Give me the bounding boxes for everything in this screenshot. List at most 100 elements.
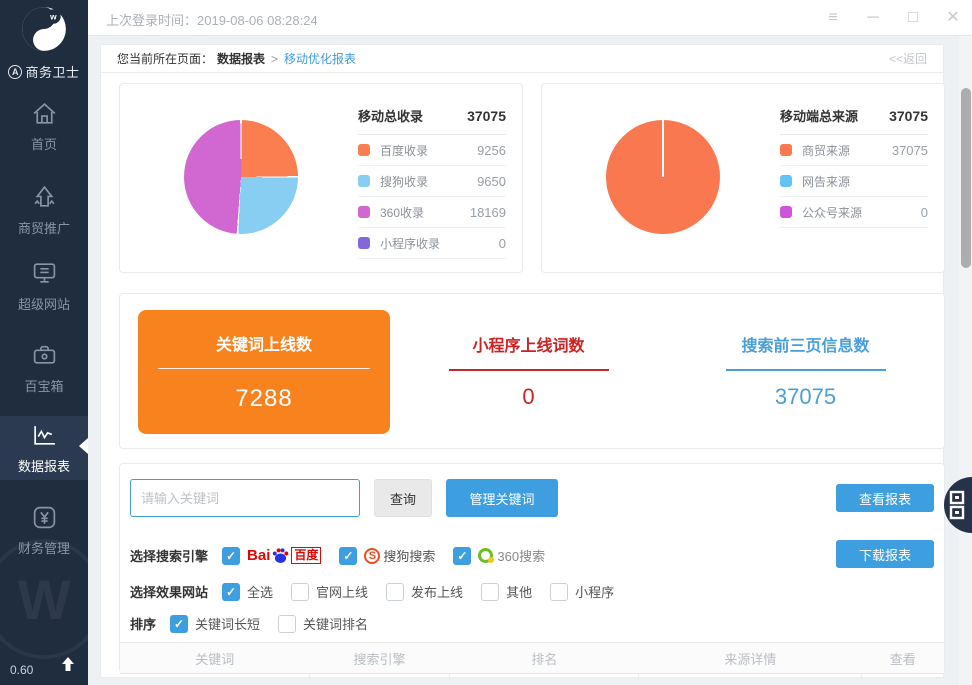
- sidebar-item-data-report[interactable]: 数据报表: [0, 416, 88, 480]
- sidebar-item-promotion[interactable]: 商贸推广: [0, 184, 88, 248]
- legend-item: 百度收录 9256: [358, 135, 506, 166]
- keyword-length-checkbox[interactable]: [170, 615, 188, 633]
- content-area: 您当前所在页面：数据报表 > 移动优化报表 <<返回 移动总收录 37075: [88, 36, 972, 685]
- site-filter-row: 选择效果网站 全选 官网上线 发布上线: [130, 582, 622, 601]
- 360-logo-text: 360搜索: [497, 546, 545, 565]
- stats-card: 关键词上线数 7288 小程序上线词数 0 搜索前三页信息数 37075: [119, 293, 945, 449]
- yuan-icon: [31, 504, 58, 531]
- brand-name: 商务卫士: [25, 62, 79, 81]
- query-button[interactable]: 查询: [374, 479, 432, 517]
- scrollbar-track[interactable]: [959, 36, 972, 685]
- minimize-icon[interactable]: ─: [864, 10, 882, 26]
- version-label: 0.60: [10, 663, 33, 677]
- legend-title: 移动端总来源: [780, 106, 858, 125]
- scrollbar-thumb[interactable]: [961, 88, 971, 268]
- sidebar-item-label: 首页: [31, 134, 57, 153]
- sogou-logo-icon: S 搜狗搜索: [364, 546, 435, 565]
- keyword-rank-checkbox[interactable]: [278, 615, 296, 633]
- legend-swatch: [780, 144, 792, 156]
- site-option-all: 全选: [222, 582, 273, 601]
- sidebar-item-label: 百宝箱: [24, 376, 63, 395]
- option-label: 其他: [506, 582, 532, 601]
- stat-divider: [449, 369, 609, 371]
- breadcrumb-prefix: 您当前所在页面：: [117, 50, 213, 67]
- sidebar-item-home[interactable]: 首页: [0, 100, 88, 164]
- column-keyword: 关键词: [120, 649, 310, 668]
- breadcrumb-section[interactable]: 数据报表: [217, 50, 265, 67]
- baidu-checkbox[interactable]: [222, 547, 240, 565]
- sidebar-item-toolbox[interactable]: 百宝箱: [0, 342, 88, 406]
- 360-logo-icon: 360搜索: [478, 546, 545, 565]
- stat-label: 关键词上线数: [216, 331, 312, 355]
- table-cell: [639, 674, 861, 682]
- mobile-index-pie-chart: [184, 120, 298, 234]
- view-report-button[interactable]: 查看报表: [836, 484, 934, 512]
- page-panel: 您当前所在页面：数据报表 > 移动优化报表 <<返回 移动总收录 37075: [100, 44, 944, 678]
- engine-option-360: 360搜索: [453, 546, 545, 565]
- breadcrumb-current[interactable]: 移动优化报表: [284, 50, 356, 67]
- home-icon: [31, 100, 58, 127]
- legend-label: 网告来源: [802, 173, 850, 190]
- legend-label: 公众号来源: [802, 204, 862, 221]
- option-label: 发布上线: [411, 582, 463, 601]
- keyword-online-stat[interactable]: 关键词上线数 7288: [138, 310, 390, 434]
- baidu-logo-icon: Bai 百度: [247, 546, 321, 565]
- site-filter-label: 选择效果网站: [130, 582, 208, 601]
- keyword-input[interactable]: [130, 479, 360, 517]
- official-site-checkbox[interactable]: [291, 583, 309, 601]
- 360-checkbox[interactable]: [453, 547, 471, 565]
- brand-badge-icon: A: [8, 65, 22, 79]
- sidebar-item-label: 超级网站: [18, 294, 70, 313]
- legend-item: 小程序收录 0: [358, 228, 506, 259]
- table-cell: [310, 674, 450, 682]
- active-notch-icon: [79, 438, 88, 454]
- top3-pages-stat[interactable]: 搜索前三页信息数 37075: [667, 294, 944, 448]
- sogou-s-icon: S: [364, 548, 380, 564]
- download-report-button[interactable]: 下载报表: [836, 540, 934, 568]
- qr-float-button[interactable]: [944, 477, 972, 533]
- sidebar-item-website[interactable]: 超级网站: [0, 260, 88, 324]
- other-checkbox[interactable]: [481, 583, 499, 601]
- breadcrumb-separator: >: [271, 52, 278, 66]
- legend-swatch: [358, 237, 370, 249]
- sogou-checkbox[interactable]: [339, 547, 357, 565]
- legend-label: 商贸来源: [802, 142, 850, 159]
- legend-item: 商贸来源 37075: [780, 135, 928, 166]
- legend-item: 公众号来源 0: [780, 197, 928, 228]
- maximize-icon[interactable]: □: [904, 10, 922, 26]
- table-cell: [450, 674, 640, 682]
- select-all-checkbox[interactable]: [222, 583, 240, 601]
- last-login-time: 上次登录时间：2019-08-06 08:28:24: [106, 10, 318, 29]
- baidu-logo-box-text: 百度: [291, 547, 321, 564]
- brand: A 商务卫士: [0, 62, 88, 81]
- engine-option-baidu: Bai 百度: [222, 546, 321, 565]
- column-source: 来源详情: [639, 649, 861, 668]
- option-label: 关键词长短: [195, 614, 260, 633]
- legend-value: 9256: [477, 143, 506, 158]
- legend-value: 0: [499, 236, 506, 251]
- miniprogram-checkbox[interactable]: [550, 583, 568, 601]
- baidu-logo-text: Bai: [247, 547, 270, 564]
- mobile-index-card: 移动总收录 37075 百度收录 9256 搜狗收录 9650: [119, 83, 523, 273]
- miniprogram-words-stat[interactable]: 小程序上线词数 0: [390, 294, 667, 448]
- publish-checkbox[interactable]: [386, 583, 404, 601]
- sort-row: 排序 关键词长短 关键词排名: [130, 614, 376, 633]
- stat-value: 0: [522, 384, 534, 410]
- mobile-source-pie-chart: [606, 120, 720, 234]
- legend-value: 9650: [477, 174, 506, 189]
- scroll-top-button[interactable]: [60, 656, 76, 677]
- manage-keywords-button[interactable]: 管理关键词: [446, 479, 558, 517]
- engine-filter-row: 选择搜索引擎 Bai: [130, 546, 553, 565]
- back-link[interactable]: <<返回: [889, 50, 927, 67]
- site-option-publish: 发布上线: [386, 582, 463, 601]
- legend-label: 小程序收录: [380, 235, 440, 252]
- close-icon[interactable]: ✕: [944, 10, 962, 26]
- stat-value: 37075: [775, 384, 836, 410]
- yinyang-logo-icon: w: [19, 4, 69, 54]
- site-option-official: 官网上线: [291, 582, 368, 601]
- arrow-up-icon: [60, 656, 76, 672]
- option-label: 小程序: [575, 582, 614, 601]
- menu-icon[interactable]: ≡: [824, 10, 842, 26]
- legend-title: 移动总收录: [358, 106, 423, 125]
- legend-value: 0: [921, 205, 928, 220]
